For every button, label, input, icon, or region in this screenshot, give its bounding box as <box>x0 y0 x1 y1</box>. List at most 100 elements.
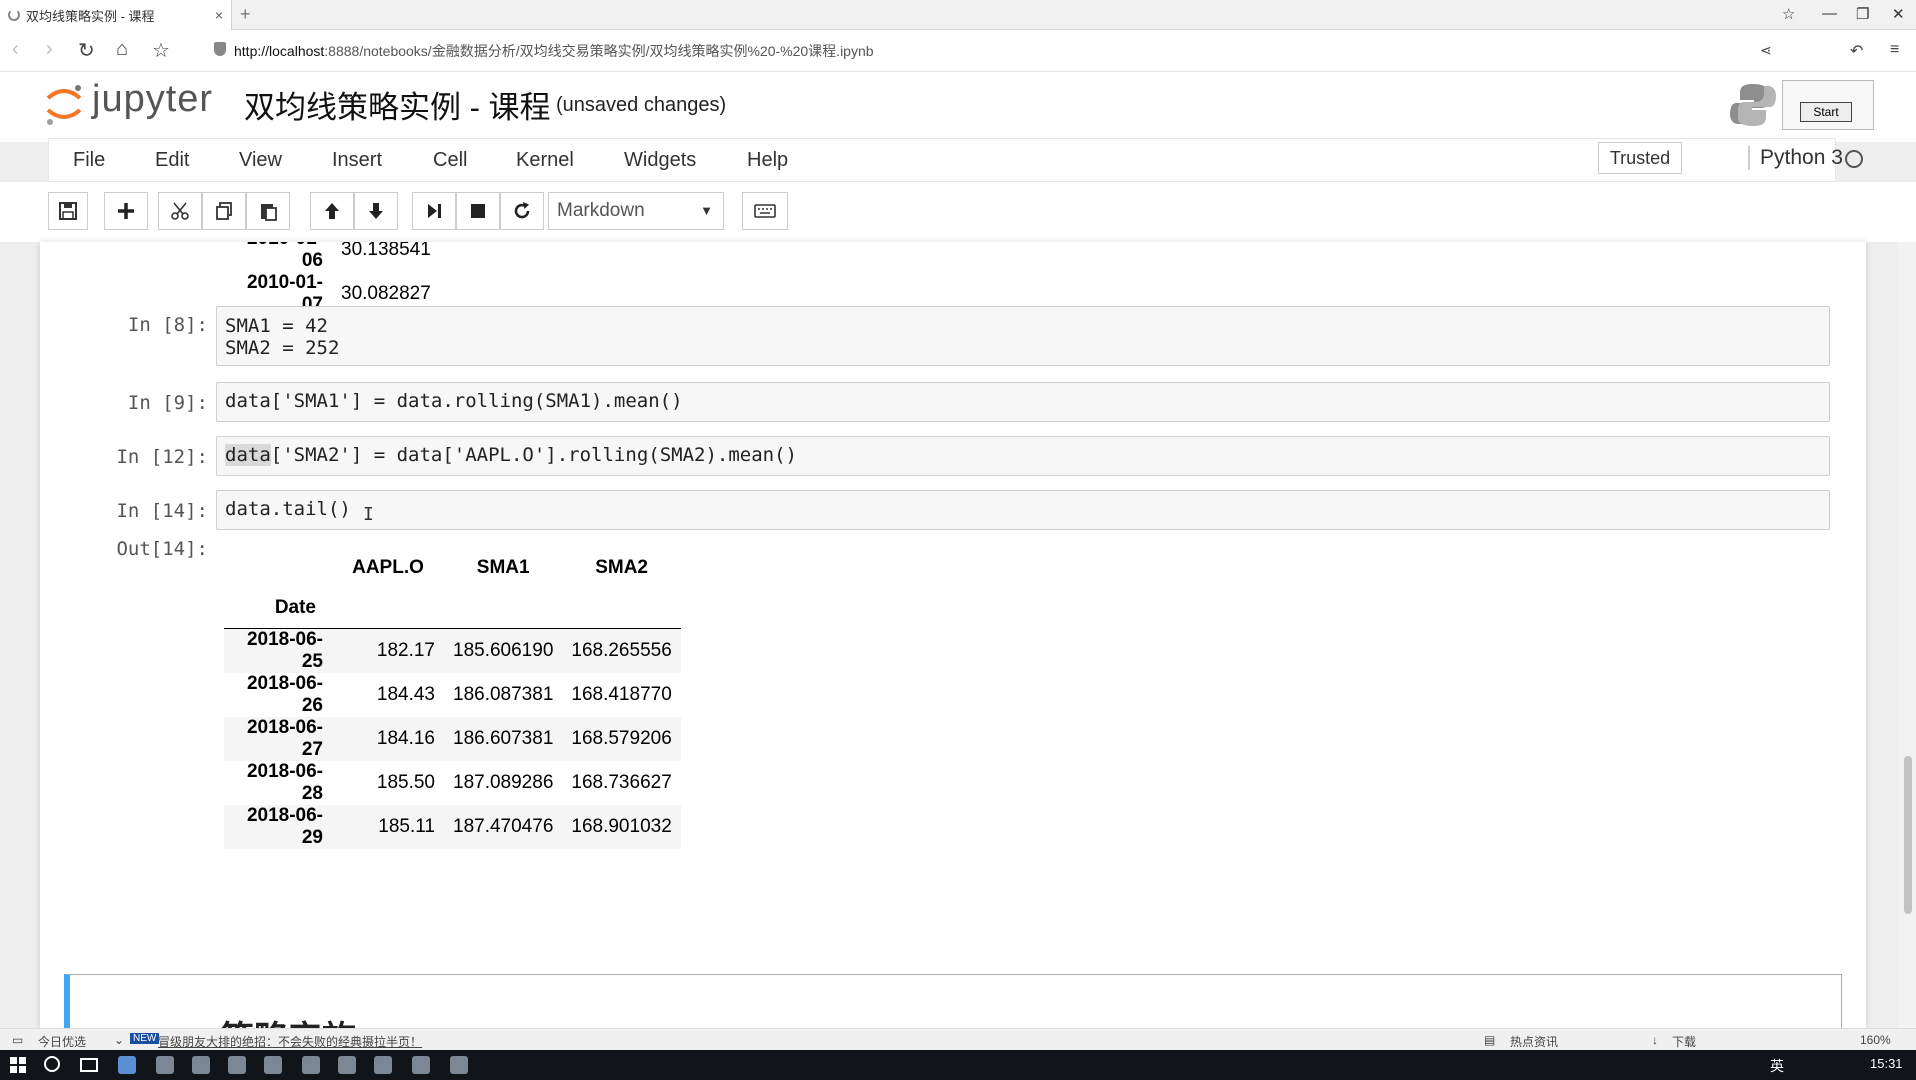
insert-cell-button[interactable] <box>104 192 148 230</box>
arrow-up-icon <box>325 203 339 219</box>
reload-icon[interactable]: ↻ <box>78 38 95 63</box>
home-icon[interactable]: ⌂ <box>116 38 128 61</box>
column-header: SMA2 <box>595 557 648 578</box>
code-cell-9[interactable]: data['SMA1'] = data.rolling(SMA1).mean() <box>216 382 1830 422</box>
menu-kernel[interactable]: Kernel <box>516 149 574 172</box>
notebook-container[interactable]: 2010-01-0630.1385412010-01-0730.08282720… <box>40 242 1866 1028</box>
task-view-icon[interactable] <box>80 1058 98 1072</box>
download-icon: ↓ <box>1652 1033 1658 1047</box>
cell-value: 168.901032 <box>571 815 672 837</box>
code-cell-14[interactable]: data.tail() I <box>216 490 1830 530</box>
favorite-star-icon[interactable]: ☆ <box>152 38 170 63</box>
search-icon[interactable] <box>44 1056 60 1072</box>
jupyter-wordmark[interactable]: jupyter <box>92 78 213 121</box>
app-taskbar-icon[interactable] <box>450 1056 468 1074</box>
maximize-icon[interactable]: ❐ <box>1856 5 1869 23</box>
cell-value: 168.418770 <box>571 683 672 705</box>
cell-value: 186.087381 <box>453 683 554 705</box>
zoom-level[interactable]: 160% <box>1860 1033 1891 1047</box>
cell-value: 187.470476 <box>453 815 554 837</box>
url-field[interactable]: http://localhost:8888/notebooks/金融数据分析/双… <box>234 41 874 61</box>
arrow-down-icon <box>369 203 383 219</box>
menu-insert[interactable]: Insert <box>332 149 382 172</box>
input-prompt: In [8]: <box>127 314 208 336</box>
app-taskbar-icon[interactable] <box>338 1056 356 1074</box>
cell-value: 168.736627 <box>571 771 672 793</box>
news-link[interactable]: 冒级朋友大排的绝招：不会失败的经典摄拉半页！ <box>158 1033 422 1050</box>
app-taskbar-icon[interactable] <box>264 1056 282 1074</box>
move-down-button[interactable] <box>354 192 398 230</box>
input-prompt: In [9]: <box>127 392 208 414</box>
app-taskbar-icon[interactable] <box>374 1056 392 1074</box>
copy-icon <box>216 202 232 220</box>
start-button[interactable]: Start <box>1800 102 1852 122</box>
scrollbar-thumb[interactable] <box>1904 756 1912 914</box>
app-taskbar-icon[interactable] <box>192 1056 210 1074</box>
row-index: 2018-06-29 <box>246 804 323 848</box>
menu-help[interactable]: Help <box>747 149 788 172</box>
app-taskbar-icon[interactable] <box>412 1056 430 1074</box>
table-row: 2018-06-26 184.43 186.087381 168.418770 <box>224 673 681 717</box>
column-header: SMA1 <box>476 557 530 578</box>
index-name: Date <box>274 596 316 618</box>
restart-button[interactable] <box>500 192 544 230</box>
menu-file[interactable]: File <box>73 149 105 172</box>
move-up-button[interactable] <box>310 192 354 230</box>
menu-cell[interactable]: Cell <box>433 149 467 172</box>
cell-value: 168.579206 <box>571 727 672 749</box>
trusted-indicator[interactable]: Trusted <box>1598 142 1682 174</box>
row-index: 2018-06-26 <box>246 672 323 716</box>
interrupt-button[interactable] <box>456 192 500 230</box>
kernel-idle-icon <box>1845 150 1863 168</box>
copy-button[interactable] <box>202 192 246 230</box>
cut-button[interactable] <box>158 192 202 230</box>
dataframe-output: AAPL.O SMA1 SMA2 Date 2018-06-25 182.17 18… <box>224 548 681 849</box>
window-close-icon[interactable]: ✕ <box>1892 5 1905 23</box>
clock[interactable]: 15:31 <box>1870 1056 1903 1071</box>
command-palette-button[interactable] <box>742 192 788 230</box>
windows-taskbar: 英 15:31 <box>0 1050 1916 1080</box>
minimize-icon[interactable]: — <box>1822 5 1837 22</box>
bookmark-icon[interactable]: ☆ <box>1782 5 1795 23</box>
app-taskbar-icon[interactable] <box>228 1056 246 1074</box>
undo-icon[interactable]: ↶ <box>1850 41 1863 61</box>
menu-edit[interactable]: Edit <box>155 149 189 172</box>
menu-widgets[interactable]: Widgets <box>624 149 696 172</box>
output-prompt: Out[14]: <box>116 538 208 560</box>
browser-tab[interactable]: 双均线策略实例 - 课程 × <box>0 0 232 30</box>
table-row: 2010-01-06 30.138541 <box>224 242 440 272</box>
back-icon[interactable]: ‹ <box>12 38 19 61</box>
download-label[interactable]: 下载 <box>1672 1033 1696 1050</box>
menu-view[interactable]: View <box>239 149 282 172</box>
menu-icon[interactable]: ≡ <box>1890 41 1899 59</box>
table-row: 2018-06-25 182.17 185.606190 168.265556 <box>224 628 681 673</box>
notebook-title[interactable]: 双均线策略实例 - 课程 <box>244 82 551 127</box>
share-icon[interactable]: ⋖ <box>1760 42 1772 59</box>
plus-icon <box>118 203 134 219</box>
cell-value: 186.607381 <box>453 727 554 749</box>
paste-icon <box>261 204 277 221</box>
tab-close-icon[interactable]: × <box>215 7 223 23</box>
forward-icon[interactable]: › <box>46 38 53 61</box>
new-tab-button[interactable]: + <box>240 4 251 25</box>
windows-start-icon[interactable] <box>10 1057 26 1073</box>
hot-news[interactable]: 热点资讯 <box>1510 1033 1558 1050</box>
input-prompt: In [14]: <box>116 500 208 522</box>
keyboard-icon <box>754 204 776 218</box>
jupyter-logo-icon <box>46 85 82 125</box>
code-cell-8[interactable]: SMA1 = 42 SMA2 = 252 <box>216 306 1830 366</box>
cell-type-select[interactable]: Markdown ▼ <box>548 192 724 230</box>
today-picks[interactable]: 今日优选 <box>38 1033 86 1050</box>
ime-indicator[interactable]: 英 <box>1770 1056 1784 1076</box>
cell-value: 185.11 <box>378 815 435 837</box>
app-taskbar-icon[interactable] <box>302 1056 320 1074</box>
browser-taskbar-icon[interactable] <box>118 1056 136 1074</box>
code-cell-12[interactable]: data['SMA2'] = data['AAPL.O'].rolling(SM… <box>216 436 1830 476</box>
run-button[interactable] <box>412 192 456 230</box>
highlighted-token: data <box>225 444 271 466</box>
table-row: 2018-06-27 184.16 186.607381 168.579206 <box>224 716 681 761</box>
explorer-taskbar-icon[interactable] <box>156 1056 174 1074</box>
paste-button[interactable] <box>246 192 290 230</box>
save-button[interactable] <box>48 192 88 230</box>
markdown-cell[interactable]: 策略实施 <box>64 974 1842 1028</box>
